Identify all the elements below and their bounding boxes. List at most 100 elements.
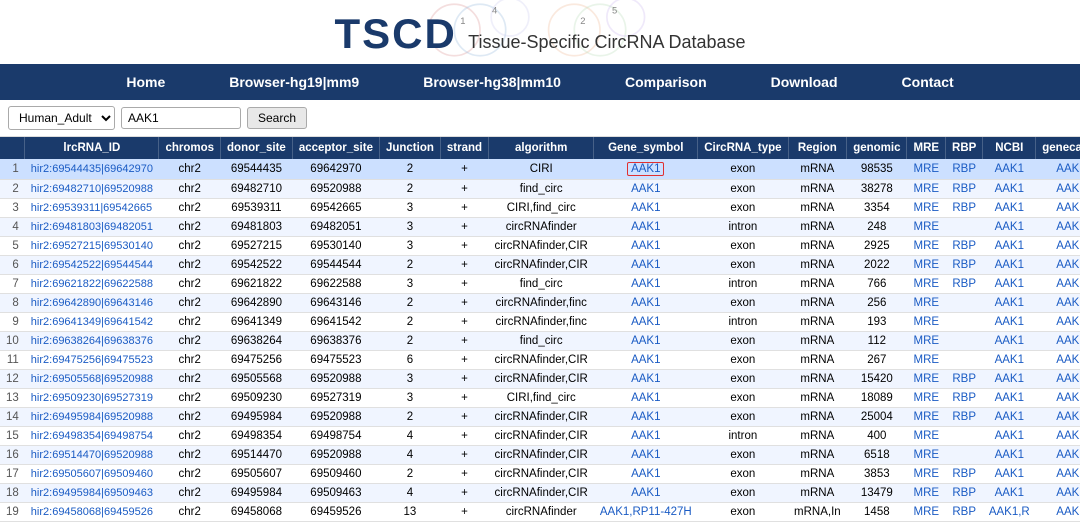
genecards-cell[interactable]: AAK1: [1036, 313, 1080, 332]
gene-symbol-cell[interactable]: AAK1: [594, 159, 698, 180]
circrna-id[interactable]: hir2:69498354|69498754: [25, 427, 159, 446]
gene-symbol-cell[interactable]: AAK1: [594, 237, 698, 256]
circrna-id[interactable]: hir2:69481803|69482051: [25, 218, 159, 237]
mre-cell[interactable]: MRE: [907, 199, 946, 218]
gene-symbol-cell[interactable]: AAK1: [594, 484, 698, 503]
search-button[interactable]: Search: [247, 107, 307, 129]
circrna-id[interactable]: hir2:69482710|69520988: [25, 180, 159, 199]
genecards-cell[interactable]: AAK1: [1036, 218, 1080, 237]
circrna-id[interactable]: hir2:69505568|69520988: [25, 370, 159, 389]
rbp-cell[interactable]: [946, 351, 983, 370]
rbp-cell[interactable]: RBP: [946, 180, 983, 199]
genecards-cell[interactable]: AAK1: [1036, 408, 1080, 427]
ncbi-cell[interactable]: AAK1: [983, 389, 1036, 408]
genecards-cell[interactable]: AAK1: [1036, 180, 1080, 199]
rbp-cell[interactable]: [946, 218, 983, 237]
ncbi-cell[interactable]: AAK1: [983, 427, 1036, 446]
mre-cell[interactable]: MRE: [907, 389, 946, 408]
circrna-id[interactable]: hir2:69458068|69459526: [25, 503, 159, 522]
genecards-cell[interactable]: AAK1: [1036, 427, 1080, 446]
ncbi-cell[interactable]: AAK1: [983, 332, 1036, 351]
ncbi-cell[interactable]: AAK1: [983, 408, 1036, 427]
nav-contact[interactable]: Contact: [870, 64, 986, 100]
mre-cell[interactable]: MRE: [907, 370, 946, 389]
gene-symbol-cell[interactable]: AAK1: [594, 275, 698, 294]
mre-cell[interactable]: MRE: [907, 503, 946, 522]
mre-cell[interactable]: MRE: [907, 180, 946, 199]
genecards-cell[interactable]: AAK1: [1036, 446, 1080, 465]
rbp-cell[interactable]: [946, 446, 983, 465]
circrna-id[interactable]: hir2:69475256|69475523: [25, 351, 159, 370]
nav-browser-hg19[interactable]: Browser-hg19|mm9: [197, 64, 391, 100]
mre-cell[interactable]: MRE: [907, 351, 946, 370]
ncbi-cell[interactable]: AAK1: [983, 313, 1036, 332]
circrna-id[interactable]: hir2:69641349|69641542: [25, 313, 159, 332]
rbp-cell[interactable]: [946, 427, 983, 446]
genecards-cell[interactable]: AAK1: [1036, 237, 1080, 256]
ncbi-cell[interactable]: AAK1: [983, 446, 1036, 465]
genecards-cell[interactable]: AAK1: [1036, 503, 1080, 522]
gene-symbol-cell[interactable]: AAK1: [594, 199, 698, 218]
gene-symbol-cell[interactable]: AAK1: [594, 465, 698, 484]
ncbi-cell[interactable]: AAK1: [983, 180, 1036, 199]
ncbi-cell[interactable]: AAK1: [983, 199, 1036, 218]
mre-cell[interactable]: MRE: [907, 256, 946, 275]
rbp-cell[interactable]: RBP: [946, 465, 983, 484]
nav-home[interactable]: Home: [94, 64, 197, 100]
circrna-id[interactable]: hir2:69527215|69530140: [25, 237, 159, 256]
mre-cell[interactable]: MRE: [907, 446, 946, 465]
circrna-id[interactable]: hir2:69495984|69520988: [25, 408, 159, 427]
rbp-cell[interactable]: RBP: [946, 275, 983, 294]
nav-download[interactable]: Download: [739, 64, 870, 100]
mre-cell[interactable]: MRE: [907, 294, 946, 313]
mre-cell[interactable]: MRE: [907, 275, 946, 294]
genecards-cell[interactable]: AAK1: [1036, 199, 1080, 218]
genecards-cell[interactable]: AAK1: [1036, 159, 1080, 180]
gene-symbol-cell[interactable]: AAK1: [594, 218, 698, 237]
circrna-id[interactable]: hir2:69544435|69642970: [25, 159, 159, 180]
gene-symbol-cell[interactable]: AAK1: [594, 370, 698, 389]
rbp-cell[interactable]: RBP: [946, 503, 983, 522]
ncbi-cell[interactable]: AAK1: [983, 465, 1036, 484]
genecards-cell[interactable]: AAK1: [1036, 465, 1080, 484]
gene-symbol-cell[interactable]: AAK1: [594, 256, 698, 275]
circrna-id[interactable]: hir2:69539311|69542665: [25, 199, 159, 218]
rbp-cell[interactable]: RBP: [946, 370, 983, 389]
species-select[interactable]: Human_Adult Human_Fetal Mouse_Adult Mous…: [8, 106, 115, 130]
nav-browser-hg38[interactable]: Browser-hg38|mm10: [391, 64, 593, 100]
mre-cell[interactable]: MRE: [907, 237, 946, 256]
gene-symbol-cell[interactable]: AAK1: [594, 446, 698, 465]
mre-cell[interactable]: MRE: [907, 465, 946, 484]
rbp-cell[interactable]: RBP: [946, 159, 983, 180]
mre-cell[interactable]: MRE: [907, 159, 946, 180]
mre-cell[interactable]: MRE: [907, 427, 946, 446]
circrna-id[interactable]: hir2:69542522|69544544: [25, 256, 159, 275]
ncbi-cell[interactable]: AAK1,R: [983, 503, 1036, 522]
genecards-cell[interactable]: AAK1: [1036, 294, 1080, 313]
gene-symbol-cell[interactable]: AAK1: [594, 351, 698, 370]
circrna-id[interactable]: hir2:69642890|69643146: [25, 294, 159, 313]
rbp-cell[interactable]: RBP: [946, 256, 983, 275]
rbp-cell[interactable]: RBP: [946, 389, 983, 408]
gene-symbol-cell[interactable]: AAK1: [594, 389, 698, 408]
circrna-id[interactable]: hir2:69621822|69622588: [25, 275, 159, 294]
circrna-id[interactable]: hir2:69505607|69509460: [25, 465, 159, 484]
mre-cell[interactable]: MRE: [907, 313, 946, 332]
mre-cell[interactable]: MRE: [907, 408, 946, 427]
rbp-cell[interactable]: RBP: [946, 237, 983, 256]
gene-symbol-cell[interactable]: AAK1: [594, 427, 698, 446]
mre-cell[interactable]: MRE: [907, 332, 946, 351]
ncbi-cell[interactable]: AAK1: [983, 294, 1036, 313]
circrna-id[interactable]: hir2:69514470|69520988: [25, 446, 159, 465]
search-input[interactable]: [121, 107, 241, 129]
genecards-cell[interactable]: AAK1: [1036, 351, 1080, 370]
ncbi-cell[interactable]: AAK1: [983, 275, 1036, 294]
genecards-cell[interactable]: AAK1: [1036, 370, 1080, 389]
ncbi-cell[interactable]: AAK1: [983, 484, 1036, 503]
gene-symbol-cell[interactable]: AAK1: [594, 313, 698, 332]
mre-cell[interactable]: MRE: [907, 484, 946, 503]
gene-symbol-cell[interactable]: AAK1: [594, 294, 698, 313]
rbp-cell[interactable]: [946, 294, 983, 313]
rbp-cell[interactable]: RBP: [946, 484, 983, 503]
mre-cell[interactable]: MRE: [907, 218, 946, 237]
